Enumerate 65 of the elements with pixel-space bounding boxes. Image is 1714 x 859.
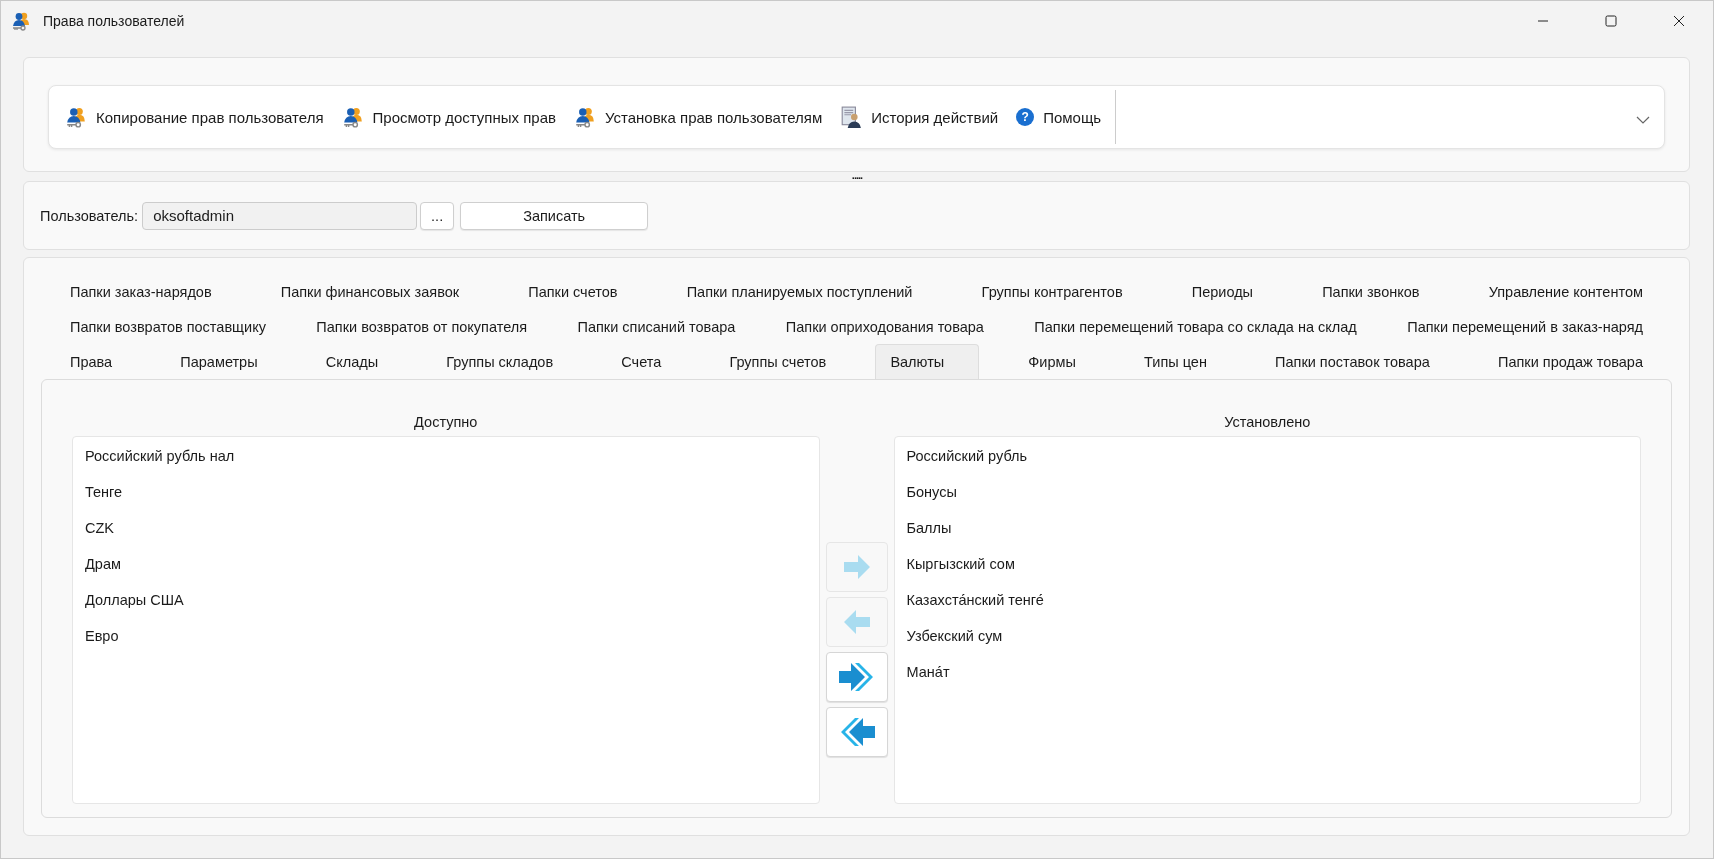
- maximize-icon[interactable]: [1605, 15, 1617, 27]
- list-item[interactable]: Доллары США: [73, 586, 819, 622]
- document-person-icon: [840, 106, 863, 128]
- toolbar-button[interactable]: ? Помощь: [1010, 104, 1108, 130]
- list-item[interactable]: Драм: [73, 550, 819, 586]
- tab[interactable]: Управление контентом: [1469, 274, 1662, 309]
- list-item[interactable]: Российский рубль: [894, 442, 1640, 478]
- tab[interactable]: Счета: [602, 344, 681, 379]
- list-item[interactable]: Евро: [73, 622, 819, 658]
- list-item[interactable]: Баллы: [894, 514, 1640, 550]
- tab[interactable]: Права: [51, 344, 132, 379]
- tab[interactable]: Папки заказ-нарядов: [51, 274, 231, 309]
- toolbar-button[interactable]: Установка прав пользователям: [567, 102, 829, 132]
- tab[interactable]: Папки поставок товара: [1256, 344, 1449, 379]
- tab[interactable]: Склады: [306, 344, 398, 379]
- users-key-icon: [65, 106, 87, 128]
- tab[interactable]: Валюты: [875, 344, 980, 379]
- list-title: Установлено: [1224, 413, 1311, 432]
- tab[interactable]: Папки счетов: [509, 274, 637, 309]
- user-label: Пользователь:: [40, 207, 139, 224]
- tab[interactable]: Фирмы: [1009, 344, 1095, 379]
- tab[interactable]: Папки планируемых поступлений: [667, 274, 932, 309]
- toolbar-button[interactable]: Копирование прав пользователя: [59, 102, 330, 132]
- tab[interactable]: Папки возвратов поставщику: [51, 309, 285, 344]
- list-item[interactable]: Мана́т: [894, 658, 1640, 694]
- users-key-icon: [341, 106, 364, 128]
- tab[interactable]: Типы цен: [1125, 344, 1226, 379]
- move-button[interactable]: [825, 707, 888, 757]
- tab[interactable]: Папки финансовых заявок: [261, 274, 479, 309]
- tab[interactable]: Группы контрагентов: [962, 274, 1142, 309]
- tab[interactable]: Папки продаж товара: [1478, 344, 1662, 379]
- tab[interactable]: Папки списаний товара: [558, 309, 755, 344]
- toolbar-button[interactable]: История действий: [834, 102, 1005, 132]
- list-item[interactable]: Кыргызский сом: [894, 550, 1640, 586]
- move-button[interactable]: [825, 652, 888, 702]
- list-item[interactable]: CZK: [73, 514, 819, 550]
- tab[interactable]: Папки возвратов от покупателя: [297, 309, 547, 344]
- splitter-grip[interactable]: .....: [851, 172, 863, 178]
- toolbar-button[interactable]: Просмотр доступных прав: [335, 102, 562, 132]
- save-button[interactable]: Записать: [460, 201, 649, 230]
- installed-list[interactable]: Российский рубль Бонусы Баллы Кыргызский сом Казахста́нский тенге́ Узбекский сум Мана́т: [893, 436, 1641, 804]
- users-key-icon: [11, 11, 31, 31]
- tab[interactable]: Папки перемещений товара со склада на склад: [1015, 309, 1376, 344]
- tab[interactable]: Папки звонков: [1303, 274, 1439, 309]
- list-item[interactable]: Тенге: [73, 478, 819, 514]
- tab[interactable]: Папки оприходования товара: [766, 309, 1003, 344]
- tab[interactable]: Папки перемещений в заказ-наряд: [1388, 309, 1662, 344]
- chevron-down-icon[interactable]: [1636, 116, 1650, 124]
- help-icon: ?: [1016, 108, 1035, 126]
- list-item[interactable]: Казахста́нский тенге́: [894, 586, 1640, 622]
- user-field[interactable]: oksoftadmin: [142, 201, 418, 230]
- tab[interactable]: Группы счетов: [710, 344, 846, 379]
- tab[interactable]: Периоды: [1172, 274, 1272, 309]
- tab[interactable]: Параметры: [161, 344, 277, 379]
- tab[interactable]: Группы складов: [427, 344, 573, 379]
- arrow-right-icon: [841, 554, 872, 580]
- list-item[interactable]: Узбекский сум: [894, 622, 1640, 658]
- list-title: Доступно: [414, 413, 478, 432]
- list-item[interactable]: Бонусы: [894, 478, 1640, 514]
- users-key-icon: [573, 106, 596, 128]
- list-item[interactable]: Российский рубль нал: [73, 442, 819, 478]
- close-icon[interactable]: [1673, 15, 1685, 27]
- available-list[interactable]: Российский рубль нал Тенге CZK Драм Доллары США Евро: [72, 436, 820, 804]
- browse-button[interactable]: ...: [420, 201, 455, 230]
- window-title: Права пользователей: [43, 13, 185, 29]
